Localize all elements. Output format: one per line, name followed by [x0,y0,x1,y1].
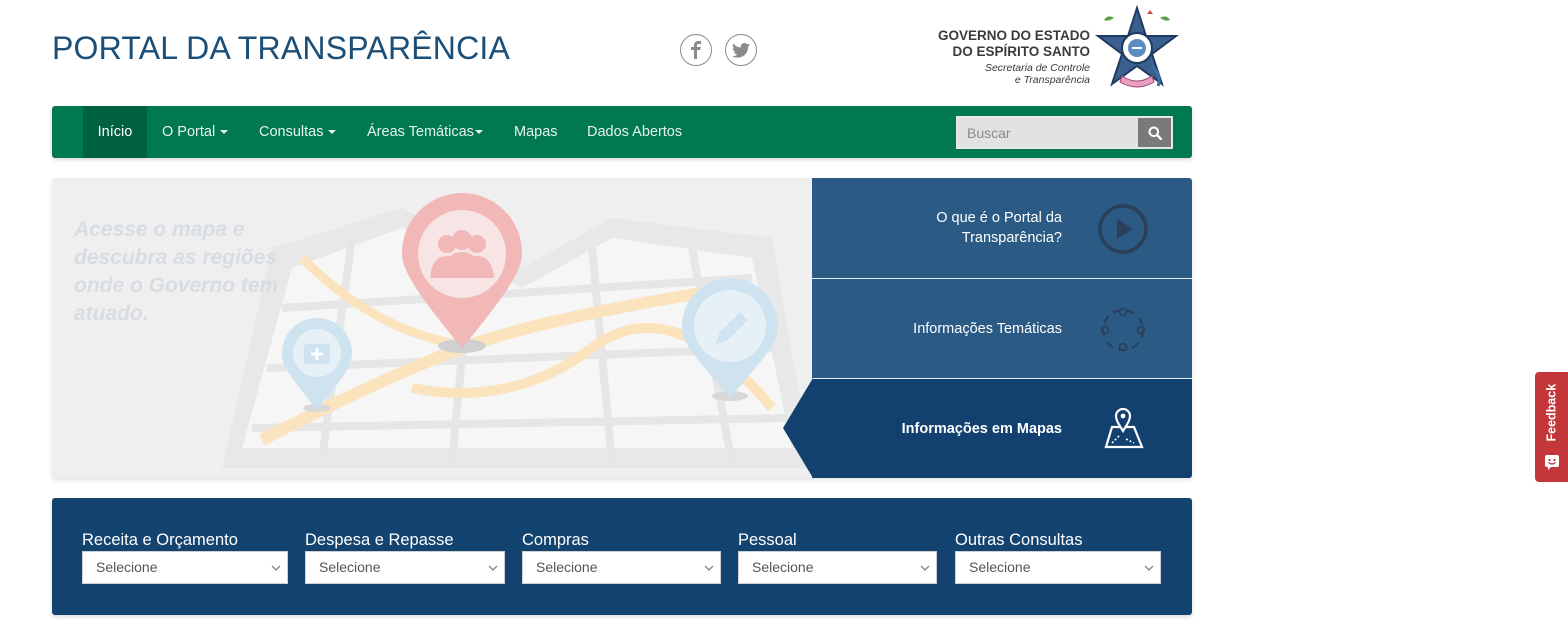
compras-select[interactable]: Selecione [522,551,721,584]
active-arrow-indicator [783,378,813,478]
feedback-tab[interactable]: Feedback [1535,372,1568,482]
search-icon [1148,126,1162,140]
consulta-label: Despesa e Repasse [305,531,454,549]
search-input[interactable] [958,118,1138,147]
site-title[interactable]: PORTAL DA TRANSPARÊNCIA [52,30,510,67]
select-value: Selecione [536,559,598,575]
twitter-icon [732,42,750,58]
hero-text: Acesse o mapa e descubra as regiões onde… [74,218,279,325]
facebook-link[interactable] [680,34,712,66]
nav-label: Consultas [259,124,324,140]
consulta-despesa-repasse: Despesa e Repasse Selecione [305,530,505,584]
gov-line-2: DO ESPÍRITO SANTO [952,44,1090,59]
people-cycle-icon [1100,307,1146,352]
nav-label: Início [97,124,133,140]
select-value: Selecione [96,559,158,575]
panel-label-text: Informações Temáticas [913,321,1062,337]
panel-label: O que é o Portal da Transparência? [912,178,1062,278]
map-pin-icon [1104,407,1144,449]
nav-item-dados-abertos[interactable]: Dados Abertos [587,106,682,158]
chevron-down-icon [271,565,281,571]
despesa-repasse-select[interactable]: Selecione [305,551,505,584]
gov-subtitle-1: Secretaria de Controle [984,62,1090,74]
select-value: Selecione [319,559,381,575]
nav-label: Dados Abertos [587,124,683,140]
coat-of-arms-icon [1095,4,1179,88]
chevron-down-icon [1144,565,1154,571]
panel-item-informacoes-tematicas[interactable]: Informações Temáticas [812,278,1192,378]
smiley-chat-icon [1545,455,1559,470]
nav-item-inicio[interactable]: Início [83,106,147,158]
consulta-pessoal: Pessoal Selecione [738,530,937,584]
nav-item-o-portal[interactable]: O Portal [162,106,229,158]
nav-label: Áreas Temáticas [367,124,474,140]
page: PORTAL DA TRANSPARÊNCIA GOVERNO DO ESTAD… [0,0,1568,623]
consulta-label: Pessoal [738,531,797,549]
panel-label: Informações em Mapas [902,379,1062,478]
panel-label: Informações Temáticas [913,279,1062,379]
hero-map-link[interactable]: Acesse o mapa e descubra as regiões onde… [52,178,812,478]
consulta-label: Receita e Orçamento [82,531,238,549]
consultas-bar: Receita e Orçamento Selecione Despesa e … [52,498,1192,615]
play-icon [1098,204,1148,254]
chevron-down-icon [920,565,930,571]
gov-subtitle-2: e Transparência [1014,74,1090,86]
select-value: Selecione [752,559,814,575]
panel-label-text: O que é o Portal da Transparência? [936,210,1062,246]
nav-label: O Portal [162,124,216,140]
caret-down-icon [474,130,483,135]
panel-label-text: Informações em Mapas [901,421,1062,437]
consulta-receita-orcamento: Receita e Orçamento Selecione [82,530,288,584]
outras-consultas-select[interactable]: Selecione [955,551,1161,584]
feedback-label: Feedback [1544,383,1559,442]
search-box [956,116,1173,149]
nav-item-consultas[interactable]: Consultas [259,106,337,158]
consulta-label: Outras Consultas [955,531,1083,549]
government-name: GOVERNO DO ESTADO DO ESPÍRITO SANTO Secr… [930,28,1090,86]
caret-down-icon [328,130,337,135]
nav-item-areas-tematicas[interactable]: Áreas Temáticas [367,106,483,158]
consulta-compras: Compras Selecione [522,530,721,584]
panel-item-what-is-portal[interactable]: O que é o Portal da Transparência? [812,178,1192,278]
chevron-down-icon [704,565,714,571]
search-button[interactable] [1138,118,1171,147]
caret-down-icon [220,130,229,135]
facebook-icon [691,41,701,59]
gov-line-1: GOVERNO DO ESTADO [937,28,1090,43]
select-value: Selecione [969,559,1031,575]
hero-banner: Acesse o mapa e descubra as regiões onde… [52,178,1192,478]
receita-orcamento-select[interactable]: Selecione [82,551,288,584]
consulta-outras: Outras Consultas Selecione [955,530,1161,584]
twitter-link[interactable] [725,34,757,66]
hero-side-panel: O que é o Portal da Transparência? Infor… [812,178,1192,478]
chevron-down-icon [488,565,498,571]
consulta-label: Compras [522,531,589,549]
panel-item-informacoes-em-mapas[interactable]: Informações em Mapas [812,378,1192,478]
main-navbar: Início O Portal Consultas Áreas Temática… [52,106,1192,158]
pessoal-select[interactable]: Selecione [738,551,937,584]
nav-item-mapas[interactable]: Mapas [514,106,558,158]
nav-label: Mapas [514,124,558,140]
